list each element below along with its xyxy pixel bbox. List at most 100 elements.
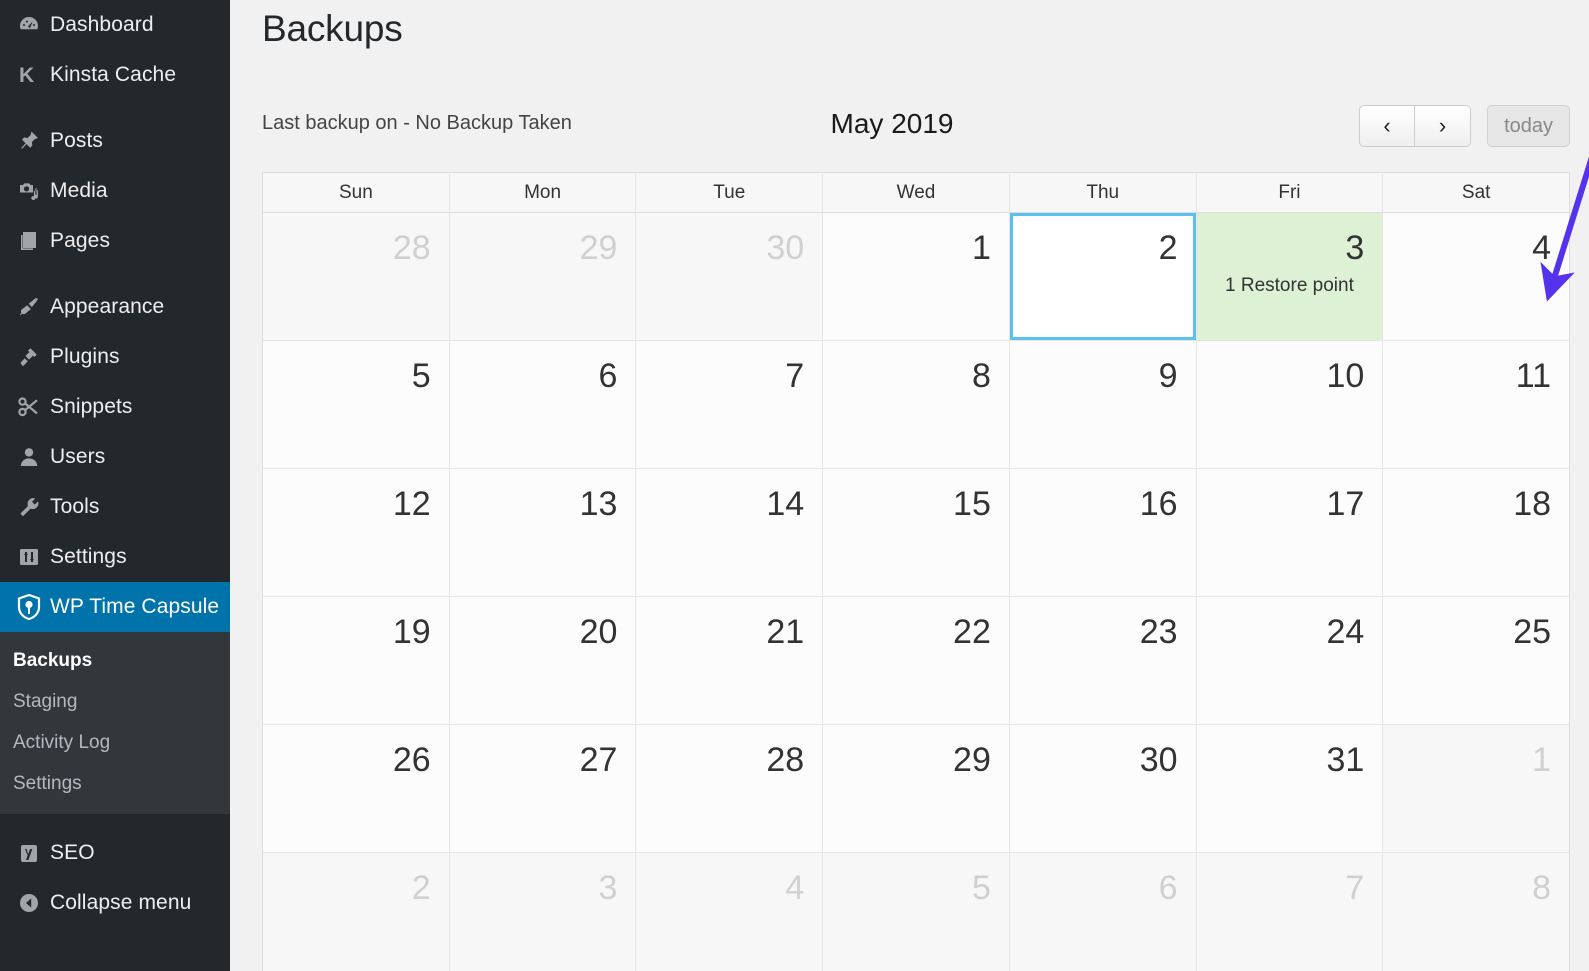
calendar-day-number: 8 (972, 359, 991, 393)
calendar-day-cell[interactable]: 30 (636, 213, 823, 340)
calendar-day-cell[interactable]: 29 (823, 725, 1010, 852)
calendar-day-cell[interactable]: 13 (450, 469, 637, 596)
calendar-day-number: 3 (1345, 231, 1364, 265)
backup-calendar: SunMonTueWedThuFriSat 2829301231 Restore… (262, 172, 1570, 971)
calendar-day-cell[interactable]: 31 (1197, 725, 1384, 852)
sidebar-item-media[interactable]: Media (0, 166, 230, 216)
sidebar-item-appearance[interactable]: Appearance (0, 282, 230, 332)
sidebar-item-snippets[interactable]: Snippets (0, 382, 230, 432)
calendar-day-number: 14 (766, 487, 804, 521)
sidebar-item-posts[interactable]: Posts (0, 116, 230, 166)
calendar-day-cell[interactable]: 21 (636, 597, 823, 724)
sidebar-item-collapse-menu[interactable]: Collapse menu (0, 878, 230, 928)
calendar-day-cell[interactable]: 22 (823, 597, 1010, 724)
calendar-day-cell[interactable]: 28 (263, 213, 450, 340)
calendar-day-cell[interactable]: 1 (823, 213, 1010, 340)
calendar-nav-buttons: ‹ › today (1359, 105, 1570, 147)
calendar-day-cell[interactable]: 15 (823, 469, 1010, 596)
calendar-day-cell[interactable]: 2 (263, 853, 450, 971)
calendar-day-cell[interactable]: 26 (263, 725, 450, 852)
calendar-day-number: 12 (393, 487, 431, 521)
calendar-day-cell[interactable]: 19 (263, 597, 450, 724)
calendar-day-cell[interactable]: 28 (636, 725, 823, 852)
calendar-day-cell[interactable]: 16 (1010, 469, 1197, 596)
calendar-day-cell[interactable]: 5 (263, 341, 450, 468)
calendar-day-number: 30 (766, 231, 804, 265)
sidebar-item-seo[interactable]: SEO (0, 828, 230, 878)
calendar-day-number: 5 (412, 359, 431, 393)
sidebar-item-label: Plugins (50, 345, 120, 369)
sidebar-item-label: Appearance (50, 295, 164, 319)
calendar-day-cell[interactable]: 18 (1383, 469, 1569, 596)
calendar-day-cell[interactable]: 1 (1383, 725, 1569, 852)
calendar-day-cell[interactable]: 9 (1010, 341, 1197, 468)
scissors-icon (8, 395, 50, 419)
sidebar-subitem-settings[interactable]: Settings (0, 763, 230, 804)
sidebar-subitem-activity-log[interactable]: Activity Log (0, 722, 230, 763)
calendar-day-cell[interactable]: 7 (1197, 853, 1384, 971)
calendar-day-cell[interactable]: 24 (1197, 597, 1384, 724)
sidebar-item-label: Snippets (50, 395, 133, 419)
sidebar-item-settings[interactable]: Settings (0, 532, 230, 582)
sidebar-group-gap (0, 266, 230, 282)
sidebar-item-tools[interactable]: Tools (0, 482, 230, 532)
sidebar-item-pages[interactable]: Pages (0, 216, 230, 266)
calendar-day-number: 6 (1159, 871, 1178, 905)
calendar-day-cell[interactable]: 14 (636, 469, 823, 596)
calendar-day-number: 26 (393, 743, 431, 777)
calendar-day-cell[interactable]: 29 (450, 213, 637, 340)
calendar-toolbar: Last backup on - No Backup Taken May 201… (262, 100, 1570, 154)
calendar-day-cell[interactable]: 6 (450, 341, 637, 468)
sidebar-divider (0, 814, 230, 828)
calendar-day-cell[interactable]: 7 (636, 341, 823, 468)
calendar-day-cell[interactable]: 12 (263, 469, 450, 596)
calendar-day-cell[interactable]: 5 (823, 853, 1010, 971)
prev-month-button[interactable]: ‹ (1359, 105, 1415, 147)
calendar-day-cell[interactable]: 23 (1010, 597, 1197, 724)
calendar-day-cell[interactable]: 20 (450, 597, 637, 724)
calendar-day-cell[interactable]: 27 (450, 725, 637, 852)
chevron-left-icon: ‹ (1383, 113, 1390, 139)
sidebar-subitem-staging[interactable]: Staging (0, 681, 230, 722)
calendar-day-number: 27 (580, 743, 618, 777)
wrench-icon (8, 495, 50, 519)
sidebar-footer-menu: SEOCollapse menu (0, 828, 230, 928)
calendar-day-cell[interactable]: 8 (1383, 853, 1569, 971)
calendar-day-number: 28 (393, 231, 431, 265)
calendar-day-cell[interactable]: 10 (1197, 341, 1384, 468)
next-month-button[interactable]: › (1415, 105, 1471, 147)
calendar-header-sun: Sun (263, 173, 450, 212)
calendar-day-number: 8 (1532, 871, 1551, 905)
sidebar-item-dashboard[interactable]: Dashboard (0, 0, 230, 50)
sidebar-item-users[interactable]: Users (0, 432, 230, 482)
sidebar-subitem-backups[interactable]: Backups (0, 640, 230, 681)
calendar-day-number: 29 (580, 231, 618, 265)
sidebar-item-wp-time-capsule[interactable]: WP Time Capsule (0, 582, 230, 632)
sidebar-item-plugins[interactable]: Plugins (0, 332, 230, 382)
calendar-day-cell[interactable]: 2 (1010, 213, 1197, 340)
sidebar-item-label: WP Time Capsule (50, 595, 219, 619)
calendar-day-cell[interactable]: 4 (636, 853, 823, 971)
today-button[interactable]: today (1487, 105, 1570, 147)
calendar-day-cell[interactable]: 3 1 Restore point (1197, 213, 1384, 340)
calendar-day-number: 25 (1513, 615, 1551, 649)
calendar-day-cell[interactable]: 17 (1197, 469, 1384, 596)
calendar-day-cell[interactable]: 30 (1010, 725, 1197, 852)
calendar-day-cell[interactable]: 4 (1383, 213, 1569, 340)
calendar-day-cell[interactable]: 8 (823, 341, 1010, 468)
calendar-day-number: 22 (953, 615, 991, 649)
calendar-day-cell[interactable]: 3 (450, 853, 637, 971)
calendar-day-number: 4 (785, 871, 804, 905)
page-title: Backups (262, 8, 403, 50)
restore-point-label[interactable]: 1 Restore point (1197, 275, 1383, 297)
plug-icon (8, 345, 50, 369)
calendar-day-number: 16 (1140, 487, 1178, 521)
sidebar-item-label: Media (50, 179, 108, 203)
calendar-header-sat: Sat (1383, 173, 1569, 212)
sliders-icon (8, 545, 50, 569)
calendar-day-cell[interactable]: 11 (1383, 341, 1569, 468)
sidebar-item-label: Dashboard (50, 13, 154, 37)
sidebar-item-kinsta-cache[interactable]: KKinsta Cache (0, 50, 230, 100)
calendar-day-cell[interactable]: 25 (1383, 597, 1569, 724)
calendar-day-cell[interactable]: 6 (1010, 853, 1197, 971)
